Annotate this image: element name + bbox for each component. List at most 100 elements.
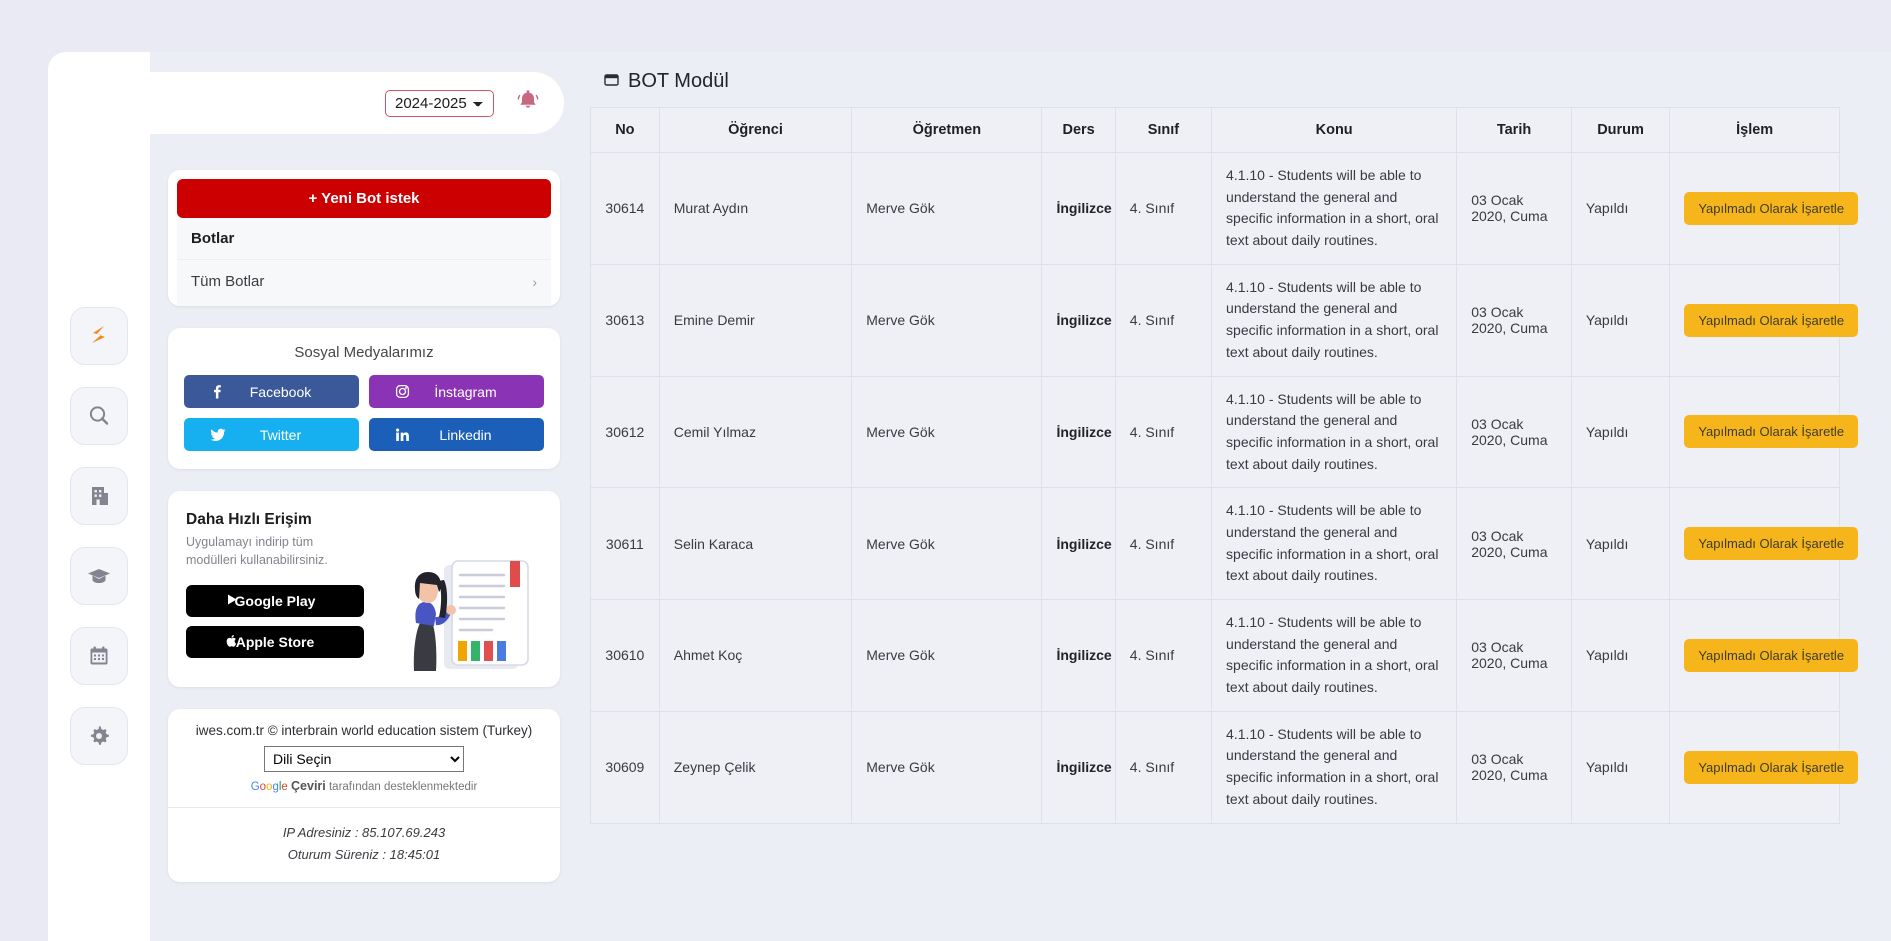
cell-konu: 4.1.10 - Students will be able to unders…	[1211, 710, 1458, 824]
cell-no: 30613	[590, 263, 660, 377]
table-row: 30612 Cemil Yılmaz Merve Gök İngilizce 4…	[590, 375, 1859, 489]
cell-no: 30611	[590, 487, 660, 600]
linkedin-label: Linkedin	[439, 426, 492, 443]
google-translate-suffix: tarafından desteklenmektedir	[328, 781, 478, 794]
header-sinif: Sınıf	[1114, 107, 1213, 153]
cell-ders: İngilizce	[1041, 599, 1116, 712]
cell-islem: Yapılmadı Olarak İşaretle	[1669, 487, 1859, 600]
cell-ogretmen: Merve Gök	[851, 599, 1043, 712]
cell-no: 30612	[590, 375, 660, 489]
twitter-button[interactable]: Twitter	[184, 418, 359, 451]
cell-ders: İngilizce	[1041, 487, 1116, 600]
instagram-label: İnstagram	[434, 383, 497, 400]
cell-sinif: 4. Sınıf	[1114, 152, 1213, 265]
rail-item-calendar[interactable]	[70, 627, 128, 685]
cell-ders: İngilizce	[1041, 710, 1116, 824]
all-bots-label: Tüm Botlar	[191, 273, 265, 290]
header-konu: Konu	[1211, 107, 1458, 153]
google-translate-label: Çeviri	[291, 779, 326, 794]
top-bar: 2024-20252023-20242022-2023	[72, 72, 564, 134]
cell-sinif: 4. Sınıf	[1114, 263, 1213, 377]
facebook-icon	[210, 384, 223, 399]
linkedin-button[interactable]: Linkedin	[369, 418, 544, 451]
twitter-label: Twitter	[259, 426, 302, 443]
table-head: No Öğrenci Öğretmen Ders Sınıf Konu Tari…	[590, 107, 1840, 153]
cell-islem: Yapılmadı Olarak İşaretle	[1669, 152, 1859, 265]
social-media-title: Sosyal Medyalarımız	[294, 344, 434, 361]
bot-table: No Öğrenci Öğretmen Ders Sınıf Konu Tari…	[590, 107, 1859, 824]
cell-ogretmen: Merve Gök	[851, 375, 1043, 489]
new-bot-request-button[interactable]: + Yeni Bot istek	[177, 179, 551, 218]
play-triangle-icon	[226, 593, 238, 609]
page-title-text: BOT Modül	[628, 70, 729, 92]
cell-no: 30609	[590, 710, 660, 824]
cell-ders: İngilizce	[1041, 375, 1116, 489]
graduation-cap-icon	[85, 562, 113, 590]
rail-item-settings[interactable]	[70, 707, 128, 765]
mark-not-done-button[interactable]: Yapılmadı Olarak İşaretle	[1684, 191, 1859, 225]
cell-konu: 4.1.10 - Students will be able to unders…	[1211, 375, 1458, 489]
promo-title: Daha Hızlı Erişim	[186, 511, 312, 528]
cell-ogretmen: Merve Gök	[851, 263, 1043, 377]
table-row: 30609 Zeynep Çelik Merve Gök İngilizce 4…	[590, 710, 1859, 824]
cell-durum: Yapıldı	[1570, 487, 1671, 600]
table-row: 30611 Selin Karaca Merve Gök İngilizce 4…	[590, 487, 1859, 600]
cell-islem: Yapılmadı Olarak İşaretle	[1669, 375, 1859, 489]
cell-ogrenci: Emine Demir	[658, 263, 853, 377]
cell-no: 30614	[590, 152, 660, 265]
sidebar-item-all-bots[interactable]: Tüm Botlar ›	[177, 260, 551, 306]
language-select[interactable]: Dili SeçinTürkçeEnglish	[264, 746, 464, 773]
facebook-button[interactable]: Facebook	[184, 375, 359, 408]
cell-durum: Yapıldı	[1570, 599, 1671, 712]
cell-durum: Yapıldı	[1570, 710, 1671, 824]
window-icon	[604, 70, 619, 93]
mark-not-done-button[interactable]: Yapılmadı Olarak İşaretle	[1684, 303, 1859, 337]
rail-item-education[interactable]	[70, 547, 128, 605]
mark-not-done-button[interactable]: Yapılmadı Olarak İşaretle	[1684, 415, 1859, 449]
cell-islem: Yapılmadı Olarak İşaretle	[1669, 599, 1859, 712]
gear-icon	[86, 723, 112, 749]
google-play-label: Google Play	[234, 593, 316, 610]
header-ders: Ders	[1041, 107, 1116, 153]
cell-tarih: 03 Ocak 2020, Cuma	[1456, 599, 1572, 712]
footer-top: iwes.com.tr © interbrain world education…	[168, 709, 560, 809]
calendar-icon	[86, 643, 112, 669]
google-wordmark: Google	[250, 781, 288, 794]
cell-sinif: 4. Sınıf	[1114, 487, 1213, 600]
google-play-button[interactable]: Google Play	[186, 585, 364, 618]
cell-durum: Yapıldı	[1570, 152, 1671, 265]
academic-year-select[interactable]: 2024-20252023-20242022-2023	[385, 89, 494, 117]
cell-ogretmen: Merve Gök	[851, 710, 1043, 824]
rail-item-institution[interactable]	[70, 467, 128, 525]
mark-not-done-button[interactable]: Yapılmadı Olarak İşaretle	[1684, 638, 1859, 672]
cell-ders: İngilizce	[1041, 263, 1116, 377]
cell-islem: Yapılmadı Olarak İşaretle	[1669, 263, 1859, 377]
instagram-button[interactable]: İnstagram	[369, 375, 544, 408]
facebook-label: Facebook	[249, 383, 312, 400]
apple-store-label: Apple Store	[235, 634, 315, 651]
twitter-icon	[210, 428, 226, 442]
copyright-text: iwes.com.tr © interbrain world education…	[195, 723, 533, 739]
cell-sinif: 4. Sınıf	[1114, 599, 1213, 712]
cell-tarih: 03 Ocak 2020, Cuma	[1456, 152, 1572, 265]
mark-not-done-button[interactable]: Yapılmadı Olarak İşaretle	[1684, 750, 1859, 784]
rail-item-logo[interactable]	[70, 307, 128, 365]
cell-konu: 4.1.10 - Students will be able to unders…	[1211, 487, 1458, 600]
rail-item-search[interactable]	[70, 387, 128, 445]
header-tarih: Tarih	[1456, 107, 1572, 153]
building-icon	[86, 483, 112, 509]
main-panel: BOT Modül No Öğrenci Öğretmen Ders Sınıf…	[582, 52, 1859, 824]
cell-ogrenci: Murat Aydın	[658, 152, 853, 265]
promo-text: Uygulamayı indirip tüm modülleri kullana…	[186, 535, 328, 568]
cell-durum: Yapıldı	[1570, 263, 1671, 377]
cell-konu: 4.1.10 - Students will be able to unders…	[1211, 599, 1458, 712]
linkedin-icon	[395, 428, 410, 442]
apple-store-button[interactable]: Apple Store	[186, 626, 364, 659]
bots-card: + Yeni Bot istek Botlar Tüm Botlar ›	[168, 170, 560, 306]
notification-bell-button[interactable]	[508, 83, 548, 123]
ip-address-text: IP Adresiniz : 85.107.69.243	[282, 825, 446, 841]
cell-tarih: 03 Ocak 2020, Cuma	[1456, 487, 1572, 600]
mark-not-done-button[interactable]: Yapılmadı Olarak İşaretle	[1684, 527, 1859, 561]
page-title: BOT Modül	[582, 52, 1848, 107]
instagram-icon	[395, 384, 410, 399]
